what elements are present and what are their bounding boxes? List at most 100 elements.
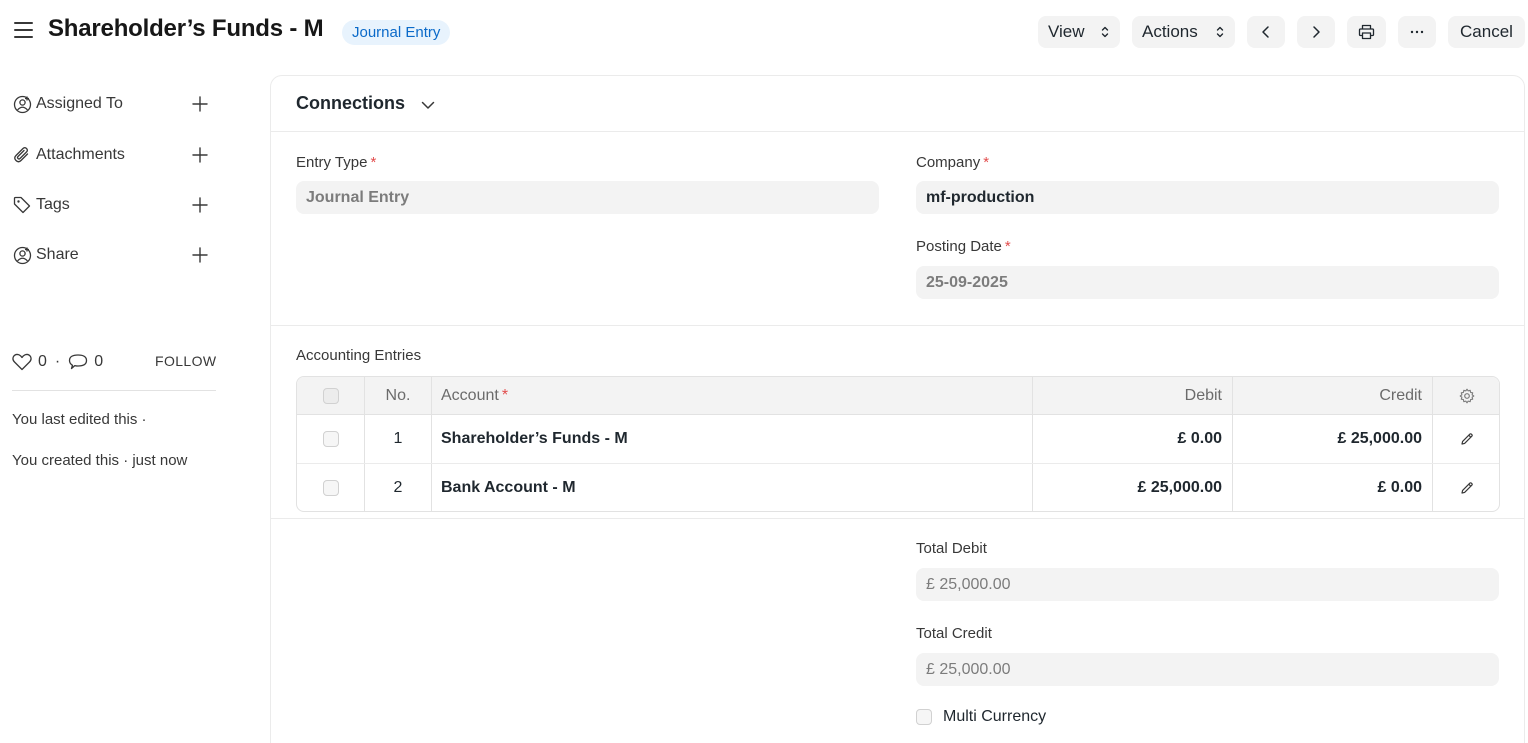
chevron-right-icon	[1313, 26, 1320, 38]
row-account[interactable]: Shareholder’s Funds - M	[432, 415, 1033, 463]
ellipsis-icon	[1410, 30, 1424, 34]
cancel-button[interactable]: Cancel	[1448, 16, 1525, 48]
page-title: Shareholder’s Funds - M	[48, 15, 324, 42]
required-marker: *	[501, 386, 509, 404]
table-row[interactable]: 1 Shareholder’s Funds - M £ 0.00 £ 25,00…	[297, 415, 1499, 464]
view-button[interactable]: View	[1038, 16, 1120, 48]
select-all-checkbox[interactable]	[322, 387, 339, 404]
posting-date-label-text: Posting Date	[916, 238, 1002, 255]
section-divider	[271, 518, 1524, 519]
total-credit-field: £ 25,000.00	[916, 653, 1499, 686]
col-account-label: Account	[441, 386, 499, 404]
updown-chevron-icon	[1216, 26, 1224, 38]
sidebar-item-share[interactable]: Share	[12, 242, 212, 268]
company-label-text: Company	[916, 154, 981, 171]
sidebar-item-label: Attachments	[36, 146, 125, 163]
heart-icon[interactable]	[12, 353, 32, 371]
sidebar-item-label: Assigned To	[36, 95, 123, 112]
table-row[interactable]: 2 Bank Account - M £ 25,000.00 £ 0.00	[297, 464, 1499, 511]
separator-dot: ·	[54, 353, 61, 370]
sidebar-item-label: Tags	[36, 196, 70, 213]
row-no: 2	[365, 464, 432, 511]
multi-currency-checkbox-row[interactable]: Multi Currency	[916, 708, 1046, 726]
more-options-button[interactable]	[1398, 16, 1436, 48]
section-divider	[271, 325, 1524, 326]
chevron-down-icon	[421, 101, 435, 109]
plus-icon[interactable]	[190, 145, 210, 165]
accounting-entries-label: Accounting Entries	[296, 347, 422, 364]
sidebar-item-attachments[interactable]: Attachments	[12, 142, 212, 168]
assign-user-icon	[12, 94, 32, 114]
row-debit[interactable]: £ 25,000.00	[1033, 464, 1233, 511]
required-marker: *	[370, 154, 377, 171]
required-marker: *	[983, 154, 990, 171]
activity-last-edited: You last edited this ·	[12, 411, 147, 428]
plus-icon[interactable]	[190, 245, 210, 265]
sidebar-item-tags[interactable]: Tags	[12, 192, 212, 218]
total-debit-field: £ 25,000.00	[916, 568, 1499, 601]
view-button-label: View	[1048, 22, 1085, 41]
row-account[interactable]: Bank Account - M	[432, 464, 1033, 511]
comment-icon[interactable]	[68, 353, 88, 371]
print-button[interactable]	[1347, 16, 1386, 48]
row-edit[interactable]	[1433, 415, 1499, 463]
col-debit: Debit	[1033, 377, 1233, 414]
plus-icon[interactable]	[190, 94, 210, 114]
row-select	[297, 415, 365, 463]
accounting-entries-table: No. Account * Debit Credit 1 Shareholder’…	[296, 376, 1500, 512]
hamburger-menu-icon[interactable]	[14, 22, 36, 42]
doc-type-badge: Journal Entry	[342, 20, 451, 45]
page-header: Shareholder’s Funds - M Journal Entry Vi…	[0, 0, 1528, 64]
row-credit[interactable]: £ 0.00	[1233, 464, 1433, 511]
actions-button-label: Actions	[1142, 22, 1198, 41]
row-select	[297, 464, 365, 511]
col-account: Account *	[432, 377, 1033, 414]
column-settings[interactable]	[1433, 377, 1499, 414]
likes-count: 0	[38, 353, 47, 370]
header-select-all	[297, 377, 365, 414]
entry-type-label: Entry Type *	[296, 154, 376, 171]
previous-doc-button[interactable]	[1247, 16, 1285, 48]
col-credit: Credit	[1233, 377, 1433, 414]
connections-toggle[interactable]: Connections	[271, 76, 1524, 132]
entry-type-field[interactable]: Journal Entry	[296, 181, 879, 214]
comments-count: 0	[94, 353, 104, 370]
row-checkbox[interactable]	[322, 431, 339, 447]
gear-icon	[1459, 388, 1475, 403]
posting-date-field[interactable]: 25-09-2025	[916, 266, 1499, 299]
plus-icon[interactable]	[190, 195, 210, 215]
connections-title: Connections	[296, 93, 406, 113]
sidebar-item-assigned-to[interactable]: Assigned To	[12, 91, 212, 117]
posting-date-label: Posting Date *	[916, 238, 1011, 255]
row-edit[interactable]	[1433, 464, 1499, 511]
share-user-icon	[12, 245, 32, 265]
follow-button[interactable]: FOLLOW	[155, 353, 217, 369]
pencil-icon	[1461, 482, 1473, 494]
paperclip-icon	[12, 145, 32, 165]
activity-created: You created this · just now	[12, 452, 188, 469]
total-debit-label: Total Debit	[916, 540, 987, 557]
row-debit[interactable]: £ 0.00	[1033, 415, 1233, 463]
table-header: No. Account * Debit Credit	[297, 377, 1499, 415]
actions-button[interactable]: Actions	[1132, 16, 1235, 48]
chevron-left-icon	[1262, 26, 1269, 38]
form-card: Connections Entry Type * Journal Entry Co…	[270, 75, 1525, 743]
next-doc-button[interactable]	[1297, 16, 1335, 48]
entry-type-label-text: Entry Type	[296, 154, 368, 171]
updown-chevron-icon	[1101, 26, 1109, 38]
row-credit[interactable]: £ 25,000.00	[1233, 415, 1433, 463]
multi-currency-label: Multi Currency	[943, 708, 1047, 725]
sidebar-divider	[12, 390, 216, 391]
multi-currency-checkbox[interactable]	[916, 709, 932, 725]
row-no: 1	[365, 415, 432, 463]
company-label: Company *	[916, 154, 989, 171]
pencil-icon	[1461, 433, 1473, 445]
required-marker: *	[1004, 238, 1011, 255]
total-credit-label: Total Credit	[916, 625, 992, 642]
sidebar-item-label: Share	[36, 246, 79, 263]
row-checkbox[interactable]	[322, 480, 339, 496]
col-no: No.	[365, 377, 432, 414]
tag-icon	[12, 195, 32, 215]
company-field[interactable]: mf-production	[916, 181, 1499, 214]
printer-icon	[1358, 24, 1375, 40]
